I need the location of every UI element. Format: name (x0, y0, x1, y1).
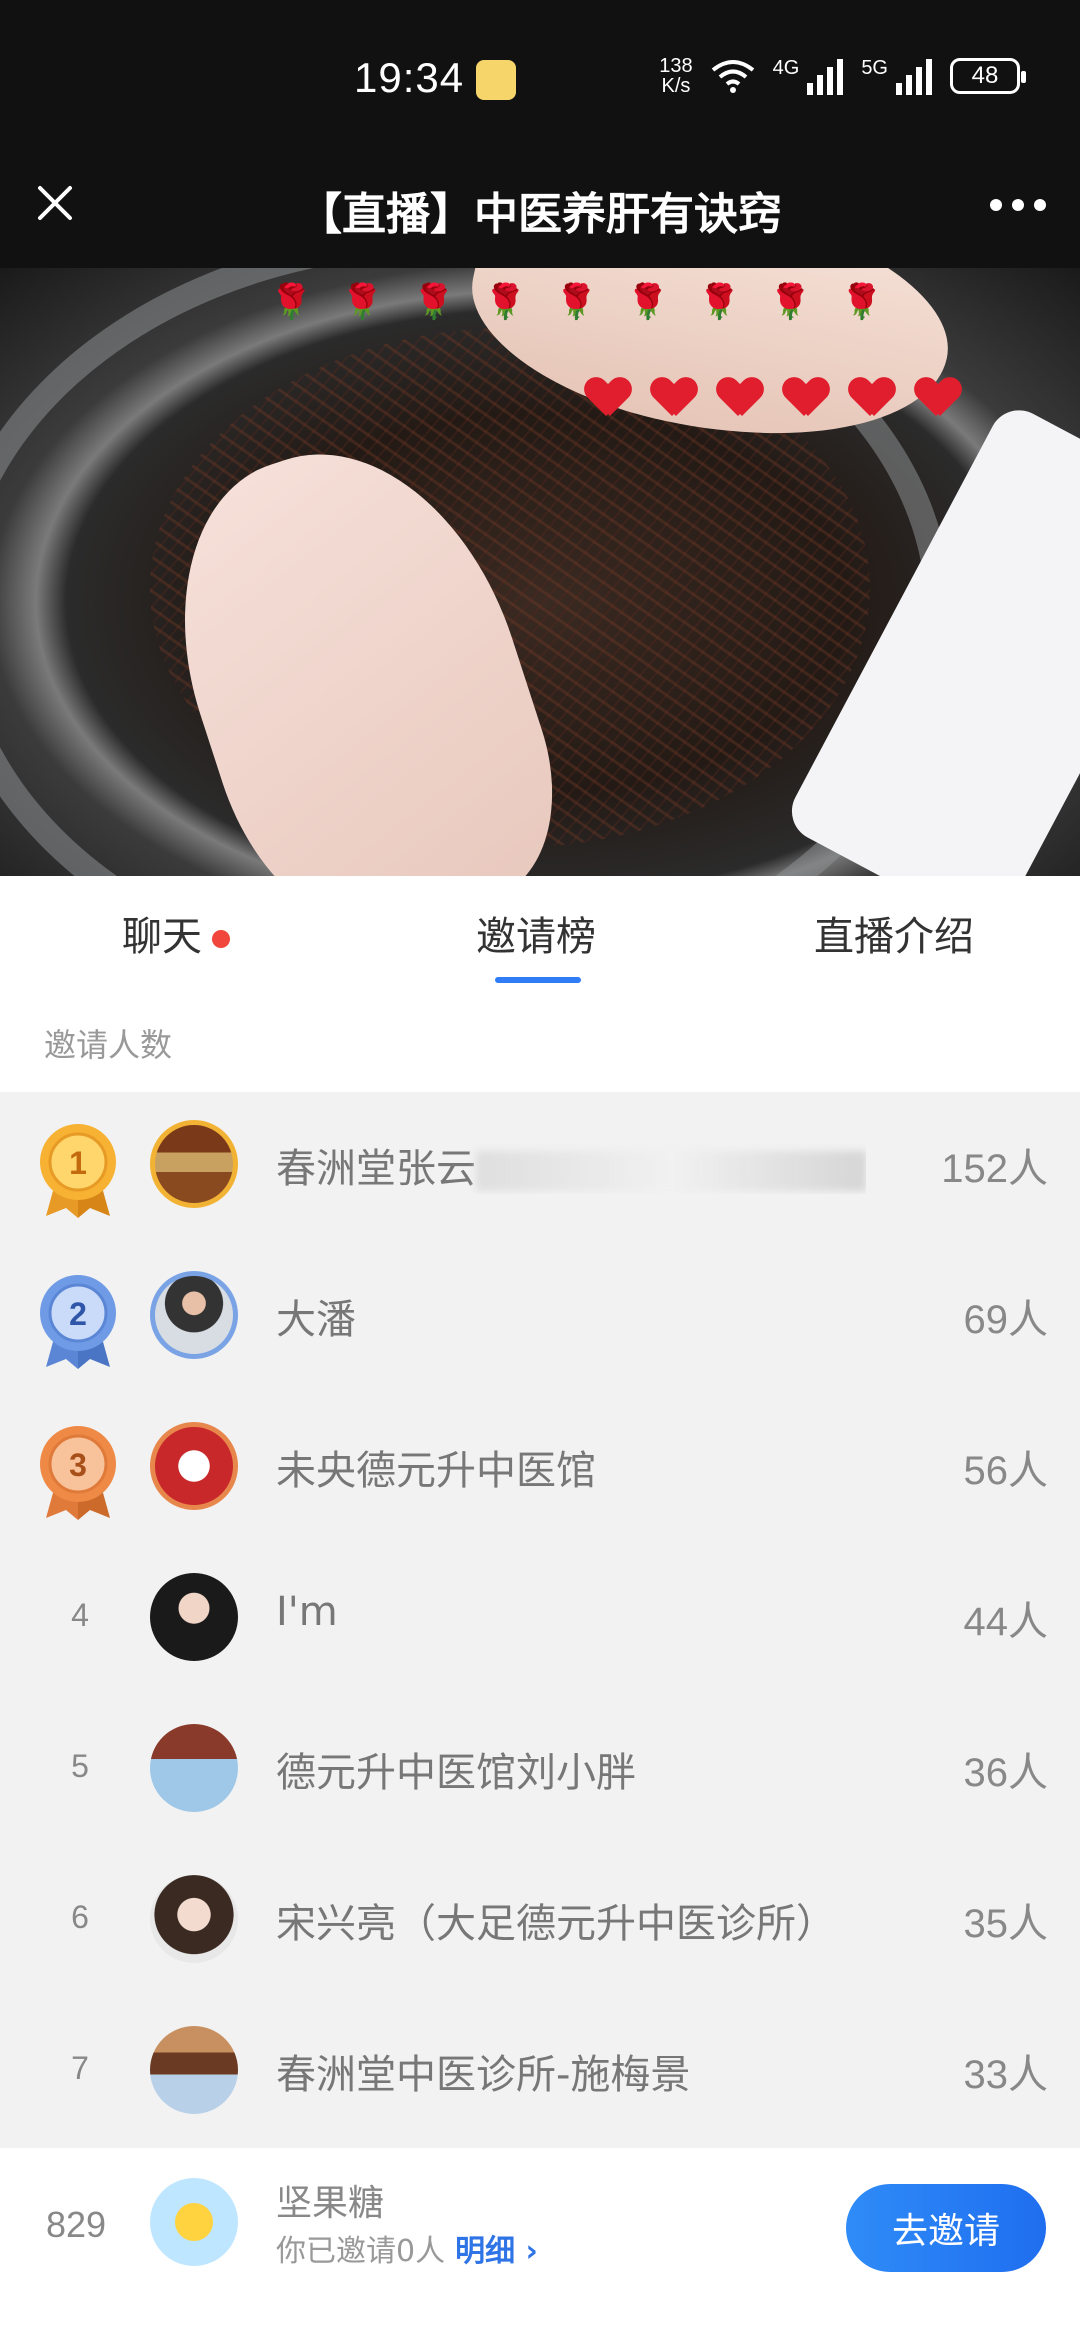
rose-icon: 🌹 (484, 282, 527, 322)
wifi-icon (711, 60, 754, 93)
rank-number: 6 (71, 1899, 89, 1935)
battery-icon: 48 (950, 58, 1026, 94)
list-item[interactable]: 4 I'm 44人 (0, 1545, 1080, 1696)
user-name: 春洲堂张云 (276, 1136, 866, 1194)
clock: 19:34 (354, 54, 465, 101)
list-item[interactable]: 1 春洲堂张云 152人 (0, 1092, 1080, 1243)
invite-count: 33人 (963, 2053, 1049, 2097)
heart-icon (652, 378, 696, 418)
invite-count: 44人 (963, 1600, 1049, 1644)
tab-chat-label: 聊天 (122, 914, 202, 960)
signal-5g-icon: 5G (861, 57, 932, 95)
live-video-player[interactable]: 🌹 🌹 🌹 🌹 🌹 🌹 🌹 🌹 🌹 (0, 268, 1080, 876)
avatar[interactable] (150, 1724, 238, 1812)
my-invite-count-text: 你已邀请0人 (276, 2234, 446, 2269)
medal-rank-number: 3 (69, 1447, 87, 1483)
signal-4g-label: 4G (772, 57, 800, 79)
avatar[interactable] (150, 1271, 238, 1359)
user-name: 大潘 (276, 1297, 356, 1343)
rank-number: 7 (71, 2050, 89, 2086)
rose-reactions: 🌹 🌹 🌹 🌹 🌹 🌹 🌹 🌹 🌹 (270, 282, 883, 322)
rose-icon: 🌹 (412, 282, 456, 322)
medal-rank-number: 1 (69, 1145, 87, 1181)
battery-level: 48 (971, 62, 999, 89)
title-bar: 【直播】中医养肝有诀窍 (0, 160, 1080, 268)
list-item[interactable]: 5 德元升中医馆刘小胖 36人 (0, 1696, 1080, 1847)
rank-number: 4 (71, 1597, 89, 1633)
my-rank-number: 829 (46, 2204, 107, 2245)
tab-invite-ranking-label: 邀请榜 (476, 914, 596, 960)
section-header-label: 邀请人数 (44, 1026, 173, 1064)
rose-icon: 🌹 (698, 282, 741, 322)
my-invite-summary: 你已邀请0人 明细 › (276, 2226, 538, 2270)
unread-dot-icon (212, 930, 230, 948)
rose-icon: 🌹 (626, 282, 670, 322)
tab-chat[interactable]: 聊天 (122, 904, 230, 962)
tab-invite-ranking[interactable]: 邀请榜 (476, 904, 596, 962)
sun-avatar-icon[interactable] (150, 2178, 238, 2266)
network-speed: 138 K/s (659, 56, 692, 96)
signal-5g-label: 5G (861, 57, 888, 79)
gold-medal-icon: 1 (40, 1124, 116, 1218)
user-name: 宋兴亮（大足德元升中医诊所） (276, 1901, 836, 1947)
active-tab-indicator (495, 977, 581, 983)
rose-icon: 🌹 (555, 282, 598, 322)
rose-icon: 🌹 (270, 282, 313, 322)
tab-live-intro[interactable]: 直播介绍 (814, 904, 974, 962)
blurred-text (476, 1151, 866, 1191)
rose-icon: 🌹 (341, 282, 384, 322)
invite-count: 35人 (963, 1902, 1049, 1946)
heart-icon (850, 378, 894, 418)
heart-reactions (586, 378, 960, 418)
user-name: 未央德元升中医馆 (276, 1448, 596, 1494)
avatar[interactable] (150, 1573, 238, 1661)
page-title: 【直播】中医养肝有诀窍 (298, 189, 782, 240)
status-bar: 19:34 138 K/s 4G 5G 48 (0, 0, 1080, 160)
silver-medal-icon: 2 (40, 1275, 116, 1369)
network-speed-value: 138 (659, 55, 693, 77)
tab-live-intro-label: 直播介绍 (814, 914, 974, 960)
medal-rank-number: 2 (69, 1296, 87, 1332)
invite-count: 36人 (963, 1751, 1049, 1795)
invite-count: 56人 (963, 1449, 1049, 1493)
invite-button[interactable]: 去邀请 (846, 2184, 1046, 2272)
section-header: 邀请人数 (0, 996, 1080, 1092)
avatar[interactable] (150, 1422, 238, 1510)
user-name-text: 春洲堂张云 (276, 1146, 476, 1192)
list-item[interactable]: 3 未央德元升中医馆 56人 (0, 1394, 1080, 1545)
avatar[interactable] (150, 1875, 238, 1963)
invite-count: 152人 (941, 1147, 1048, 1191)
signal-4g-icon: 4G (773, 57, 844, 95)
heart-icon (718, 378, 762, 418)
user-name: 春洲堂中医诊所-施梅景 (276, 2052, 691, 2098)
bronze-medal-icon: 3 (40, 1426, 116, 1520)
tab-bar: 聊天 邀请榜 直播介绍 (0, 876, 1080, 996)
rank-number: 5 (71, 1748, 89, 1784)
list-item[interactable]: 7 春洲堂中医诊所-施梅景 33人 (0, 1998, 1080, 2149)
more-options-icon[interactable] (990, 180, 1046, 230)
list-item[interactable]: 6 宋兴亮（大足德元升中医诊所） 35人 (0, 1847, 1080, 1998)
heart-icon (586, 378, 630, 418)
user-name: I'm (276, 1589, 338, 1635)
heart-icon (916, 378, 960, 418)
my-rank-bar: 829 坚果糖 你已邀请0人 明细 › 去邀请 (0, 2148, 1080, 2340)
avatar[interactable] (150, 1120, 238, 1208)
rose-icon: 🌹 (840, 282, 884, 322)
status-indicators: 138 K/s 4G 5G 48 (659, 56, 1026, 96)
my-name: 坚果糖 (276, 2183, 385, 2224)
user-name: 德元升中医馆刘小胖 (276, 1750, 636, 1796)
detail-link[interactable]: 明细 › (455, 2234, 538, 2269)
heart-icon (784, 378, 828, 418)
rose-icon: 🌹 (769, 282, 812, 322)
invite-count: 69人 (963, 1298, 1049, 1342)
network-speed-unit: K/s (661, 75, 691, 97)
invite-ranking-list: 1 春洲堂张云 152人 2 大潘 69人 3 未央德元升中医馆 56人 4 I… (0, 1092, 1080, 2149)
avatar[interactable] (150, 2026, 238, 2114)
list-item[interactable]: 2 大潘 69人 (0, 1243, 1080, 1394)
notification-emoji-icon (476, 60, 516, 100)
